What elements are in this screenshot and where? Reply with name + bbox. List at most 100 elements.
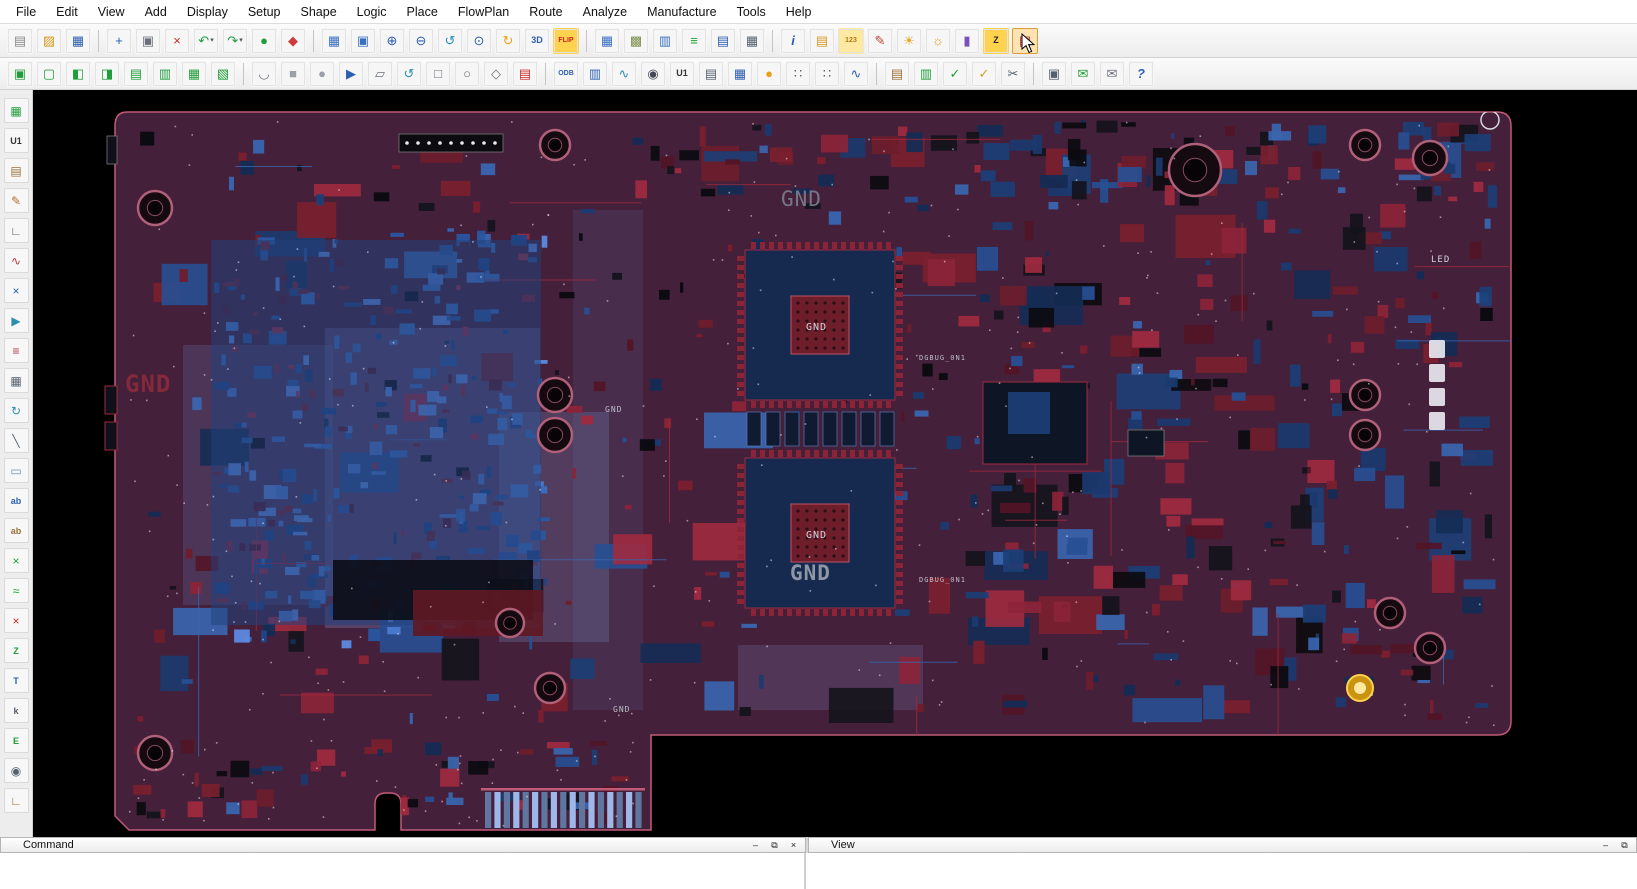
close-button[interactable]: × [786, 839, 801, 851]
cut-icon[interactable]: ✂ [1000, 61, 1026, 87]
replay-icon[interactable]: ↻ [4, 398, 29, 423]
room-tool-icon[interactable]: ▥ [152, 61, 178, 87]
zoom-previous-icon[interactable]: ↺ [437, 28, 463, 54]
grid-toggle-icon[interactable]: ▦ [594, 28, 620, 54]
rect-tool-icon[interactable]: ▭ [4, 458, 29, 483]
menu-setup[interactable]: Setup [238, 2, 291, 22]
grid-dots-icon[interactable]: ▢ [36, 61, 62, 87]
tune-icon[interactable]: T [4, 668, 29, 693]
hourglass-icon[interactable]: Z [983, 28, 1009, 54]
info-icon[interactable]: i [780, 28, 806, 54]
circle-filled-tool-icon[interactable]: ● [309, 61, 335, 87]
line-tool-icon[interactable]: ╲ [4, 428, 29, 453]
open-folder-icon[interactable]: ▨ [36, 28, 62, 54]
text-add-icon[interactable]: ab [4, 488, 29, 513]
menu-route[interactable]: Route [519, 2, 572, 22]
view-panel-titlebar[interactable]: View – ⧉ [808, 837, 1637, 853]
net-schedule-icon[interactable]: × [4, 548, 29, 573]
slide-icon[interactable]: ▶ [4, 308, 29, 333]
minimize-button[interactable]: – [1598, 839, 1613, 851]
undo-dropdown-icon[interactable]: ▾ [210, 37, 214, 44]
new-file-icon[interactable]: ▤ [7, 28, 33, 54]
check-rules-icon[interactable]: ✓ [971, 61, 997, 87]
menu-edit[interactable]: Edit [46, 2, 88, 22]
matrix-icon[interactable]: ▦ [4, 368, 29, 393]
footprint-icon[interactable]: ▤ [4, 158, 29, 183]
shadow-off-icon[interactable]: ☼ [925, 28, 951, 54]
menu-display[interactable]: Display [177, 2, 238, 22]
move-icon[interactable]: + [106, 28, 132, 54]
clipboard-icon[interactable]: ▤ [884, 61, 910, 87]
zoom-selection-icon[interactable]: ⊙ [466, 28, 492, 54]
command-console[interactable] [0, 853, 806, 889]
measure-tool-icon[interactable]: ∟ [4, 788, 29, 813]
corner-icon[interactable]: ∟ [4, 218, 29, 243]
zoom-fit-icon[interactable]: ▣ [350, 28, 376, 54]
stack-up-icon[interactable]: ≡ [681, 28, 707, 54]
probe-icon[interactable]: ● [251, 28, 277, 54]
polygon-tool-icon[interactable]: ◇ [483, 61, 509, 87]
menu-logic[interactable]: Logic [347, 2, 397, 22]
help-icon[interactable]: ? [1128, 61, 1154, 87]
measure-icon[interactable]: 123 [838, 28, 864, 54]
arc-tool-icon[interactable]: ◡ [251, 61, 277, 87]
report-icon[interactable]: ▤ [698, 61, 724, 87]
mail-icon[interactable]: ✉ [1099, 61, 1125, 87]
grid-on-icon[interactable]: ▣ [7, 61, 33, 87]
restore-button[interactable]: ⧉ [1617, 839, 1632, 851]
shadow-on-icon[interactable]: ☀ [896, 28, 922, 54]
snapshot-icon[interactable]: ◉ [640, 61, 666, 87]
redo-icon[interactable]: ↷▾ [222, 28, 248, 54]
export-pdf-icon[interactable]: ▤ [1012, 28, 1038, 54]
properties-icon[interactable]: ▤ [809, 28, 835, 54]
color-dialog-icon[interactable]: ▩ [623, 28, 649, 54]
menu-tools[interactable]: Tools [727, 2, 776, 22]
ripup-icon[interactable]: × [4, 278, 29, 303]
refdes-toggle-icon[interactable]: U1 [669, 61, 695, 87]
rotate-tool-icon[interactable]: ↺ [396, 61, 422, 87]
mail-send-icon[interactable]: ✉ [1070, 61, 1096, 87]
menu-analyze[interactable]: Analyze [573, 2, 637, 22]
variant-icon[interactable]: ▦ [727, 61, 753, 87]
place-auto-icon[interactable]: ∿ [611, 61, 637, 87]
pin-icon[interactable]: ◆ [280, 28, 306, 54]
route-signal-icon[interactable]: ∿ [4, 248, 29, 273]
menu-help[interactable]: Help [776, 2, 822, 22]
check-design-icon[interactable]: ✓ [942, 61, 968, 87]
pcb-canvas[interactable]: GNDGNDGNDGNDGNDLEDDGBUG_0N1DGBUG_0N1GNDG… [33, 90, 1637, 837]
menu-flowplan[interactable]: FlowPlan [448, 2, 519, 22]
command-panel-titlebar[interactable]: Command – ⧉ × [0, 837, 806, 853]
select-tool-icon[interactable]: ▶ [338, 61, 364, 87]
odb-export-icon[interactable]: ODB [553, 61, 579, 87]
waveform-icon[interactable]: ∿ [843, 61, 869, 87]
plane-tool-icon[interactable]: ▦ [181, 61, 207, 87]
menu-place[interactable]: Place [397, 2, 448, 22]
markup-brush-icon[interactable]: ✎ [867, 28, 893, 54]
layer-visibility-icon[interactable]: ▥ [652, 28, 678, 54]
td-coin-icon[interactable]: ● [756, 61, 782, 87]
via-array-icon[interactable]: ∷ [814, 61, 840, 87]
netlist-icon[interactable]: ≡ [4, 338, 29, 363]
route-z-icon[interactable]: Z [4, 638, 29, 663]
via-add-icon[interactable]: ◉ [4, 758, 29, 783]
keepin-tool-icon[interactable]: ◨ [94, 61, 120, 87]
rect-outline-tool-icon[interactable]: □ [425, 61, 451, 87]
shape-edit-tool-icon[interactable]: ▱ [367, 61, 393, 87]
elongate-icon[interactable]: E [4, 728, 29, 753]
copy-icon[interactable]: ▣ [135, 28, 161, 54]
restore-button[interactable]: ⧉ [767, 839, 782, 851]
copy-window-icon[interactable]: ▣ [1041, 61, 1067, 87]
etch-edit-icon[interactable]: ✎ [4, 188, 29, 213]
zoom-points-icon[interactable]: ▦ [321, 28, 347, 54]
zoom-in-icon[interactable]: ⊕ [379, 28, 405, 54]
outline-tool-icon[interactable]: ◧ [65, 61, 91, 87]
component-u1-icon[interactable]: U1 [4, 128, 29, 153]
library-icon[interactable]: ▥ [913, 61, 939, 87]
view-3d-icon[interactable]: 3D [524, 28, 550, 54]
design-board-icon[interactable]: ▦ [4, 98, 29, 123]
histogram-icon[interactable]: ▮ [954, 28, 980, 54]
pad-array-icon[interactable]: ∷ [785, 61, 811, 87]
redo-dropdown-icon[interactable]: ▾ [239, 37, 243, 44]
menu-file[interactable]: File [6, 2, 46, 22]
net-delete-icon[interactable]: × [4, 608, 29, 633]
